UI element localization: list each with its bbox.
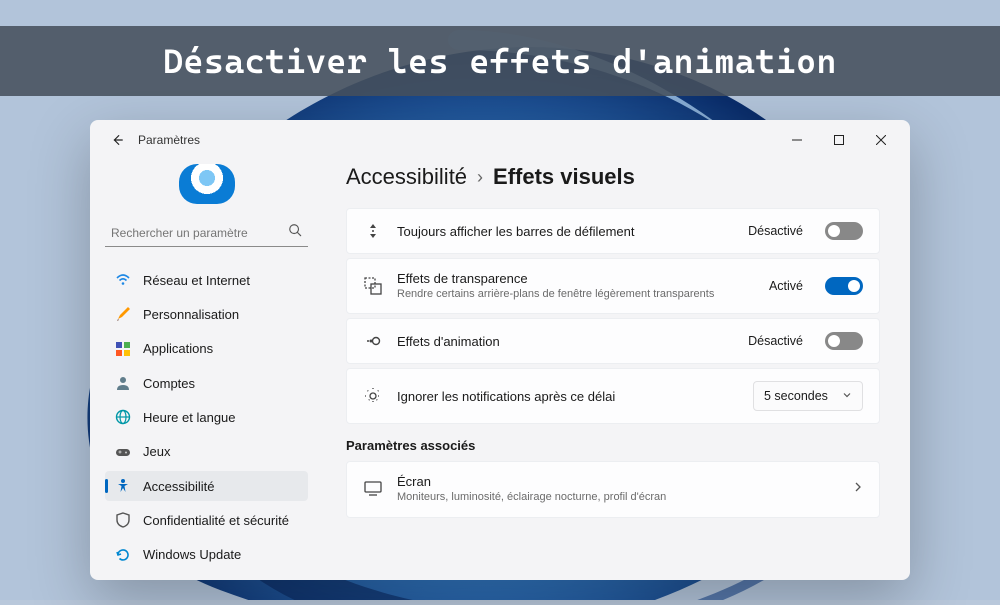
related-screen[interactable]: Écran Moniteurs, luminosité, éclairage n… xyxy=(346,461,880,517)
setting-notifications: Ignorer les notifications après ce délai… xyxy=(346,368,880,424)
sidebar-item-network[interactable]: Réseau et Internet xyxy=(105,265,308,295)
setting-title: Effets d'animation xyxy=(397,334,734,349)
setting-title: Toujours afficher les barres de défileme… xyxy=(397,224,734,239)
toggle-transparency[interactable] xyxy=(825,277,863,295)
sidebar-item-label: Heure et langue xyxy=(143,410,236,425)
brush-icon xyxy=(115,306,131,322)
titlebar: Paramètres xyxy=(90,120,910,160)
dropdown-value: 5 secondes xyxy=(764,389,828,403)
sidebar-item-privacy[interactable]: Confidentialité et sécurité xyxy=(105,505,308,535)
page-title: Effets visuels xyxy=(493,164,635,190)
sidebar-item-personalization[interactable]: Personnalisation xyxy=(105,299,308,329)
window-body: Réseau et Internet Personnalisation Appl… xyxy=(90,160,910,580)
sidebar: Réseau et Internet Personnalisation Appl… xyxy=(90,160,320,580)
search-icon xyxy=(288,223,302,242)
settings-window: Paramètres Réseau et Internet Personnali… xyxy=(90,120,910,580)
banner-title: Désactiver les effets d'animation xyxy=(163,41,837,81)
sidebar-item-accessibility[interactable]: Accessibilité xyxy=(105,471,308,501)
sidebar-item-label: Comptes xyxy=(143,376,195,391)
setting-title: Effets de transparence xyxy=(397,271,755,286)
sidebar-item-accounts[interactable]: Comptes xyxy=(105,368,308,398)
chevron-down-icon xyxy=(842,389,852,403)
sidebar-item-label: Confidentialité et sécurité xyxy=(143,513,289,528)
toggle-state: Activé xyxy=(769,279,803,293)
main: Accessibilité › Effets visuels Toujours … xyxy=(320,160,910,580)
toggle-animation[interactable] xyxy=(825,332,863,350)
toggle-state: Désactivé xyxy=(748,334,803,348)
setting-title: Ignorer les notifications après ce délai xyxy=(397,389,739,404)
breadcrumb-parent[interactable]: Accessibilité xyxy=(346,164,467,190)
setting-scrollbars: Toujours afficher les barres de défileme… xyxy=(346,208,880,254)
sidebar-item-time-language[interactable]: Heure et langue xyxy=(105,402,308,432)
related-subtitle: Moniteurs, luminosité, éclairage nocturn… xyxy=(397,490,839,504)
back-button[interactable] xyxy=(110,133,124,147)
monitor-icon xyxy=(363,479,383,499)
brightness-icon xyxy=(363,386,383,406)
maximize-button[interactable] xyxy=(818,125,860,155)
shield-icon xyxy=(115,512,131,528)
avatar[interactable] xyxy=(179,164,235,204)
notifications-delay-dropdown[interactable]: 5 secondes xyxy=(753,381,863,411)
apps-icon xyxy=(115,341,131,357)
gamepad-icon xyxy=(115,444,131,460)
animation-icon xyxy=(363,331,383,351)
related-title: Écran xyxy=(397,474,839,489)
sidebar-item-label: Windows Update xyxy=(143,547,241,562)
update-icon xyxy=(115,547,131,563)
search-input[interactable] xyxy=(111,226,288,240)
sidebar-item-windows-update[interactable]: Windows Update xyxy=(105,540,308,570)
setting-animation: Effets d'animation Désactivé xyxy=(346,318,880,364)
avatar-row xyxy=(105,160,308,216)
close-button[interactable] xyxy=(860,125,902,155)
toggle-scrollbars[interactable] xyxy=(825,222,863,240)
window-title: Paramètres xyxy=(138,133,200,147)
sidebar-item-gaming[interactable]: Jeux xyxy=(105,437,308,467)
globe-icon xyxy=(115,409,131,425)
setting-subtitle: Rendre certains arrière-plans de fenêtre… xyxy=(397,287,755,301)
scroll-icon xyxy=(363,221,383,241)
sidebar-item-label: Accessibilité xyxy=(143,479,215,494)
sidebar-item-label: Réseau et Internet xyxy=(143,273,250,288)
sidebar-item-label: Personnalisation xyxy=(143,307,239,322)
accessibility-icon xyxy=(115,478,131,494)
minimize-button[interactable] xyxy=(776,125,818,155)
setting-transparency: Effets de transparence Rendre certains a… xyxy=(346,258,880,314)
related-heading: Paramètres associés xyxy=(346,438,880,453)
wifi-icon xyxy=(115,272,131,288)
chevron-right-icon: › xyxy=(477,167,483,188)
banner: Désactiver les effets d'animation xyxy=(0,26,1000,96)
search-box[interactable] xyxy=(105,220,308,247)
breadcrumb: Accessibilité › Effets visuels xyxy=(346,164,880,190)
toggle-state: Désactivé xyxy=(748,224,803,238)
sidebar-item-apps[interactable]: Applications xyxy=(105,334,308,364)
chevron-right-icon xyxy=(853,480,863,499)
transparency-icon xyxy=(363,276,383,296)
person-icon xyxy=(115,375,131,391)
sidebar-item-label: Jeux xyxy=(143,444,170,459)
sidebar-item-label: Applications xyxy=(143,341,213,356)
